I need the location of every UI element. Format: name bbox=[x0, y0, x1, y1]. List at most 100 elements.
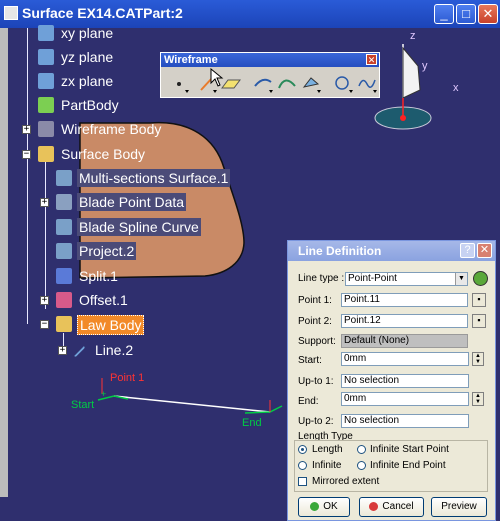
end-spin-button[interactable]: ▲ ▼ bbox=[472, 392, 484, 406]
tree-label: yz plane bbox=[61, 49, 114, 65]
app-icon bbox=[4, 6, 18, 20]
mirrored-extent-label: Mirrored extent bbox=[312, 476, 380, 487]
upto2-label: Up-to 2: bbox=[298, 416, 334, 427]
line-type-select[interactable]: Point-Point ▼ bbox=[345, 272, 468, 286]
expand-icon[interactable]: + bbox=[58, 346, 67, 355]
point-tool-icon[interactable] bbox=[167, 72, 191, 94]
close-button[interactable]: ✕ bbox=[478, 4, 498, 24]
compass-x-label: x bbox=[453, 82, 459, 94]
line-type-options-icon[interactable] bbox=[473, 271, 488, 286]
tree-label: Split.1 bbox=[79, 268, 118, 284]
infinite-radio[interactable] bbox=[298, 461, 307, 470]
expand-icon[interactable]: + bbox=[22, 125, 31, 134]
cancel-label: Cancel bbox=[382, 501, 414, 512]
minimize-button[interactable]: _ bbox=[434, 4, 454, 24]
end-length-input[interactable]: 0mm bbox=[341, 392, 469, 406]
plane-icon bbox=[38, 25, 54, 41]
point1-picker-button[interactable]: ▪ bbox=[472, 293, 486, 307]
tree-label: Blade Spline Curve bbox=[77, 218, 201, 236]
tree-label: Wireframe Body bbox=[61, 121, 162, 137]
cancel-icon bbox=[369, 501, 379, 511]
point2-picker-button[interactable]: ▪ bbox=[472, 314, 486, 328]
tree-label: xy plane bbox=[61, 25, 114, 41]
tree-label: PartBody bbox=[61, 97, 119, 113]
start-length-input[interactable]: 0mm bbox=[341, 352, 469, 366]
ok-icon bbox=[310, 501, 320, 511]
body-icon bbox=[38, 121, 54, 137]
wireframe-toolbar[interactable]: Wireframe ✕ bbox=[160, 52, 380, 98]
offset-tool-icon[interactable] bbox=[251, 72, 275, 94]
ok-button[interactable]: OK bbox=[298, 497, 350, 517]
spline-icon bbox=[56, 219, 72, 235]
upto1-input[interactable]: No selection bbox=[341, 374, 469, 388]
point2-input[interactable]: Point.12 bbox=[341, 314, 468, 328]
gear-body-icon bbox=[38, 97, 54, 113]
collapse-icon[interactable]: − bbox=[22, 150, 31, 159]
line-type-value: Point-Point bbox=[348, 273, 397, 284]
toolbar-title: Wireframe bbox=[161, 53, 379, 67]
window-title: Surface EX14.CATPart:2 bbox=[22, 5, 183, 21]
surface-icon bbox=[56, 170, 72, 186]
tree-label: Line.2 bbox=[95, 342, 134, 358]
body-icon bbox=[56, 316, 72, 332]
infinite-end-label: Infinite End Point bbox=[370, 460, 446, 471]
end-length-label: End: bbox=[298, 396, 319, 407]
preview-button[interactable]: Preview bbox=[431, 497, 487, 517]
tree-label: Multi-sections Surface.1 bbox=[77, 169, 231, 187]
upto1-label: Up-to 1: bbox=[298, 376, 334, 387]
spline-tool-icon[interactable] bbox=[355, 72, 379, 94]
body-icon bbox=[38, 146, 54, 162]
infinite-end-radio[interactable] bbox=[357, 461, 366, 470]
ok-label: OK bbox=[323, 501, 338, 512]
infinite-label: Infinite bbox=[312, 460, 342, 471]
plane-icon bbox=[38, 49, 54, 65]
tree-label: Offset.1 bbox=[79, 292, 128, 308]
cancel-button[interactable]: Cancel bbox=[359, 497, 424, 517]
tree-scroll-strip[interactable] bbox=[0, 28, 8, 497]
help-button[interactable]: ? bbox=[460, 243, 475, 258]
infinite-start-label: Infinite Start Point bbox=[370, 444, 449, 455]
curve-tool-icon[interactable] bbox=[275, 72, 299, 94]
split-icon bbox=[56, 268, 72, 284]
tree-label: Surface Body bbox=[61, 146, 146, 162]
start-spin-button[interactable]: ▲ ▼ bbox=[472, 352, 484, 366]
projection-tool-icon[interactable] bbox=[299, 72, 323, 94]
support-field: Default (None) bbox=[341, 334, 468, 348]
compass-z-label: z bbox=[410, 30, 416, 42]
expand-icon[interactable]: + bbox=[40, 198, 49, 207]
dialog-close-button[interactable]: ✕ bbox=[477, 243, 492, 258]
point2-field-label: Point 2: bbox=[298, 316, 332, 327]
upto2-input[interactable]: No selection bbox=[341, 414, 469, 428]
start-label: Start bbox=[71, 399, 95, 411]
tree-label: Project.2 bbox=[77, 242, 137, 260]
infinite-start-radio[interactable] bbox=[357, 445, 366, 454]
tree-label-selected: Law Body bbox=[77, 315, 145, 335]
compass-y-label: y bbox=[422, 60, 428, 72]
length-radio-label: Length bbox=[312, 444, 343, 455]
maximize-button[interactable]: □ bbox=[456, 4, 476, 24]
point1-input[interactable]: Point.11 bbox=[341, 293, 468, 307]
collapse-icon[interactable]: − bbox=[40, 320, 49, 329]
svg-text:+: + bbox=[101, 389, 106, 399]
data-icon bbox=[56, 194, 72, 210]
project-icon bbox=[56, 243, 72, 259]
chevron-down-icon: ▼ bbox=[455, 273, 467, 285]
plane-icon bbox=[38, 73, 54, 89]
tree-label: Blade Point Data bbox=[77, 193, 187, 211]
toolbar-close-icon[interactable]: ✕ bbox=[366, 54, 377, 65]
circle-tool-icon[interactable] bbox=[331, 72, 355, 94]
line-type-label: Line type : bbox=[298, 273, 345, 284]
start-length-label: Start: bbox=[298, 355, 322, 366]
line-definition-dialog[interactable]: Line Definition ? ✕ Line type : Point-Po… bbox=[287, 240, 496, 521]
3d-viewport[interactable]: + xy plane yz plane zx plane PartBody + … bbox=[0, 25, 500, 521]
mirrored-extent-checkbox[interactable] bbox=[298, 477, 307, 486]
point1-label: Point 1 bbox=[110, 372, 145, 384]
length-radio[interactable] bbox=[298, 445, 307, 454]
tree-label: zx plane bbox=[61, 73, 114, 89]
point1-field-label: Point 1: bbox=[298, 295, 332, 306]
mouse-cursor-icon bbox=[210, 68, 224, 87]
expand-icon[interactable]: + bbox=[40, 296, 49, 305]
end-label: End bbox=[242, 417, 262, 429]
support-label: Support: bbox=[298, 336, 336, 347]
offset-icon bbox=[56, 292, 72, 308]
